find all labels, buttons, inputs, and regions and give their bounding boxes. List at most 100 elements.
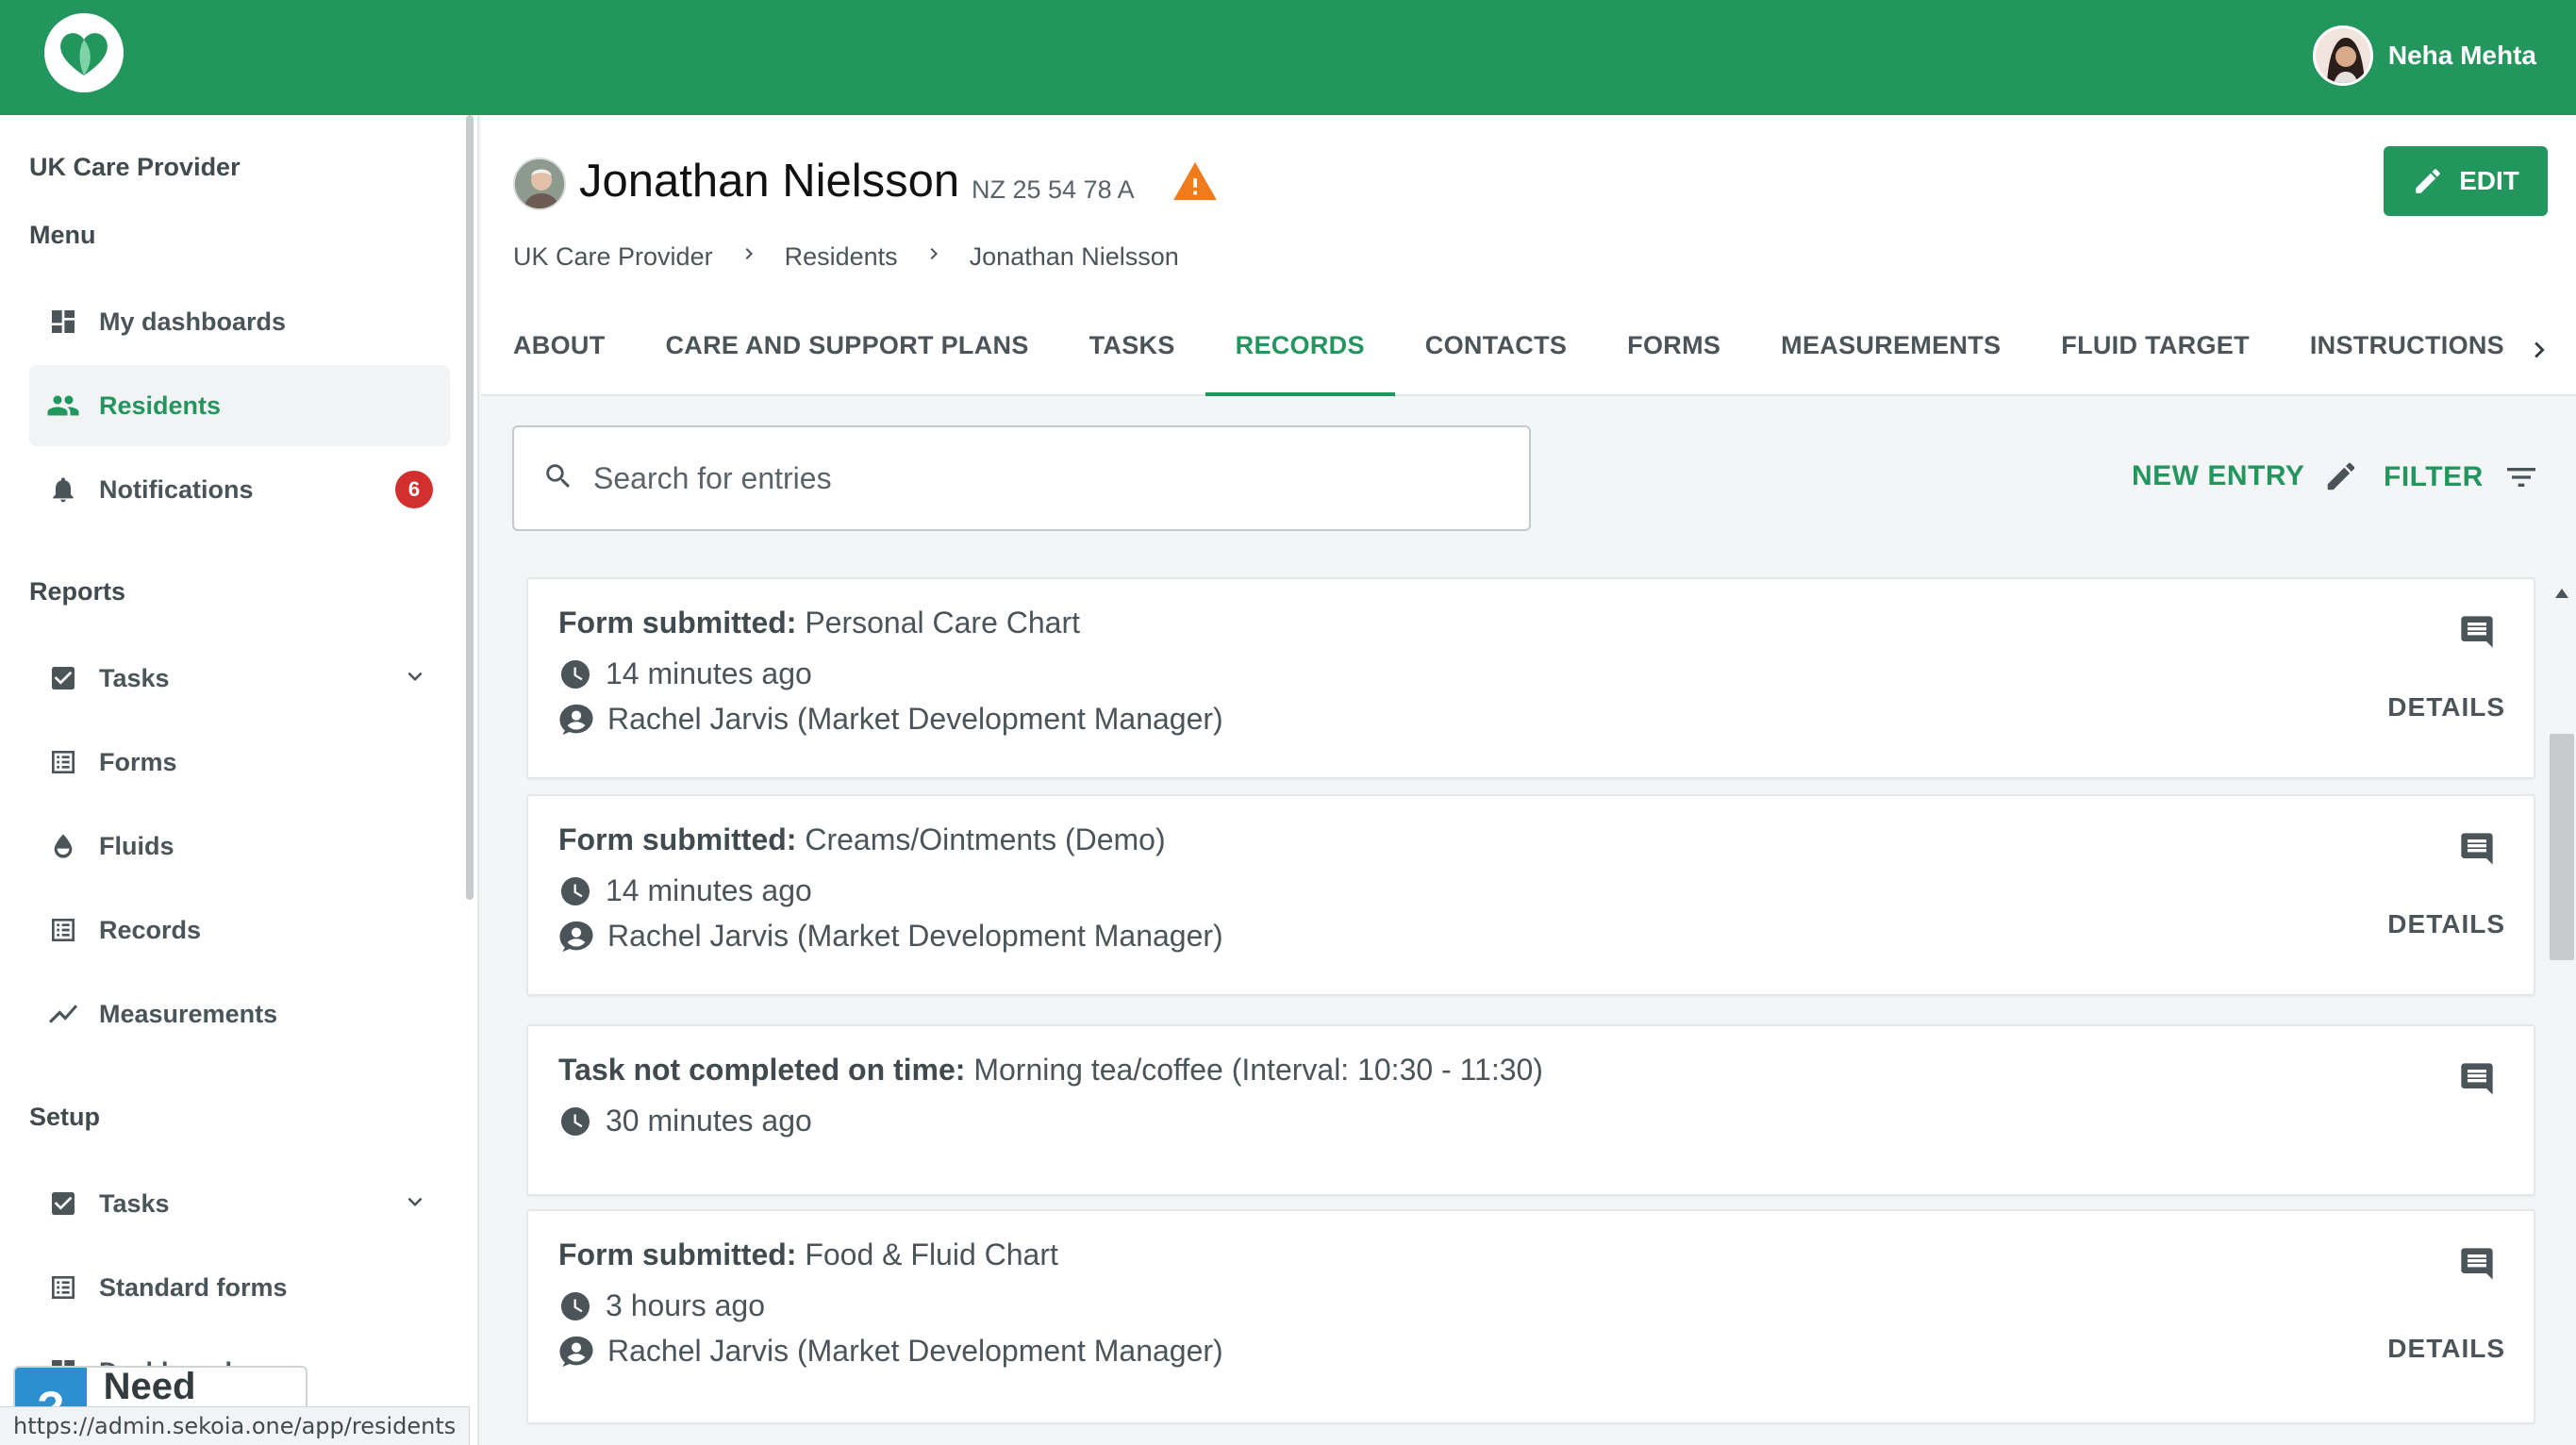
search-box[interactable] (512, 425, 1531, 531)
record-time: 3 hours ago (558, 1288, 765, 1323)
sidebar-item-label: Standard forms (99, 1272, 288, 1302)
record-kind: Form submitted: (558, 822, 797, 856)
chevron-right-icon[interactable] (2523, 334, 2555, 371)
tab-measurements[interactable]: MEASUREMENTS (1751, 318, 2031, 396)
user-bubble-icon (558, 1335, 594, 1369)
records-scrollbar[interactable] (2547, 577, 2576, 1445)
sidebar-item-label: Residents (99, 390, 222, 420)
record-author-text: Rachel Jarvis (Market Development Manage… (607, 702, 1223, 736)
chevron-right-icon (738, 241, 760, 272)
record-name: Creams/Ointments (Demo) (805, 822, 1166, 856)
search-icon (542, 460, 574, 497)
user-bubble-icon (558, 920, 594, 954)
edit-button[interactable]: EDIT (2384, 146, 2548, 216)
record-time: 14 minutes ago (558, 873, 812, 908)
record-title: Form submitted: Personal Care Chart (558, 606, 1080, 640)
records-scrollbar-thumb[interactable] (2550, 734, 2574, 960)
sidebar-item-setup-tasks[interactable]: Tasks (29, 1163, 450, 1244)
record-time: 14 minutes ago (558, 656, 812, 691)
list-icon (46, 745, 80, 779)
sidebar-item-report-measurements[interactable]: Measurements (29, 973, 450, 1055)
breadcrumb: UK Care Provider Residents Jonathan Niel… (513, 241, 1179, 272)
resident-avatar (513, 158, 566, 210)
sidebar-item-report-records[interactable]: Records (29, 889, 450, 971)
bell-icon (46, 473, 80, 507)
user-bubble-icon (558, 703, 594, 737)
checkbox-icon (46, 1187, 80, 1221)
sidebar-item-label: Records (99, 915, 202, 944)
comment-icon[interactable] (2458, 830, 2496, 872)
comment-icon[interactable] (2458, 613, 2496, 656)
user-avatar (2312, 25, 2373, 86)
sidebar-item-report-forms[interactable]: Forms (29, 722, 450, 803)
record-time-text: 14 minutes ago (606, 873, 812, 907)
trend-icon (46, 997, 80, 1031)
tab-tasks[interactable]: TASKS (1059, 318, 1205, 396)
chevron-down-icon[interactable] (401, 662, 429, 695)
dashboard-icon (46, 305, 80, 339)
filter-button[interactable]: FILTER (2384, 458, 2540, 496)
edit-label: EDIT (2459, 166, 2519, 195)
tab-records[interactable]: RECORDS (1205, 318, 1395, 396)
comment-icon[interactable] (2458, 1245, 2496, 1287)
new-entry-button[interactable]: NEW ENTRY (2132, 458, 2359, 494)
records-list: Form submitted: Personal Care Chart 14 m… (526, 577, 2535, 1445)
record-card[interactable]: Form submitted: Personal Care Chart 14 m… (526, 577, 2535, 779)
sidebar-item-standard-forms[interactable]: Standard forms (29, 1247, 450, 1328)
tab-instructions[interactable]: INSTRUCTIONS (2280, 318, 2534, 396)
warning-icon[interactable] (1173, 162, 1217, 207)
record-name: Morning tea/coffee (Interval: 10:30 - 11… (973, 1053, 1543, 1087)
search-input[interactable] (593, 460, 1442, 496)
pencil-icon (2416, 169, 2440, 193)
record-author: Rachel Jarvis (Market Development Manage… (558, 919, 1223, 954)
pencil-icon (2328, 462, 2355, 490)
record-card[interactable]: Task not completed on time: Morning tea/… (526, 1024, 2535, 1196)
record-author-text: Rachel Jarvis (Market Development Manage… (607, 919, 1223, 953)
details-button[interactable]: DETAILS (2387, 692, 2505, 722)
details-button[interactable]: DETAILS (2387, 1334, 2505, 1364)
status-bar-url: https://admin.sekoia.one/app/residents (0, 1406, 471, 1445)
record-kind: Form submitted: (558, 1237, 797, 1271)
record-kind: Task not completed on time: (558, 1053, 966, 1087)
record-time-text: 30 minutes ago (606, 1104, 812, 1138)
sidebar-item-my-dashboards[interactable]: My dashboards (29, 281, 450, 362)
sidebar-item-report-tasks[interactable]: Tasks (29, 638, 450, 719)
record-author: Rachel Jarvis (Market Development Manage… (558, 702, 1223, 737)
record-time-text: 3 hours ago (606, 1288, 766, 1322)
record-card[interactable]: Form submitted: Food & Fluid Chart 3 hou… (526, 1209, 2535, 1424)
record-card[interactable]: Form submitted: Creams/Ointments (Demo) … (526, 794, 2535, 996)
clock-icon (558, 657, 592, 691)
sidebar-item-report-fluids[interactable]: Fluids (29, 806, 450, 887)
chevron-down-icon[interactable] (401, 1188, 429, 1221)
sidebar-scrollbar[interactable] (466, 115, 474, 900)
sidebar-setup-heading: Setup (29, 1103, 101, 1131)
list-icon (46, 913, 80, 947)
clock-icon (558, 1105, 592, 1138)
sidebar-org-name: UK Care Provider (29, 153, 241, 181)
app-logo[interactable] (44, 13, 124, 92)
chevron-right-icon (922, 241, 945, 272)
tab-care-and-support-plans[interactable]: CARE AND SUPPORT PLANS (636, 318, 1059, 396)
user-menu[interactable]: Neha Mehta (2312, 25, 2536, 86)
record-author: Rachel Jarvis (Market Development Manage… (558, 1334, 1223, 1369)
sidebar-item-notifications[interactable]: Notifications 6 (29, 449, 450, 530)
breadcrumb-item[interactable]: UK Care Provider (513, 242, 713, 272)
sidebar-item-label: Notifications (99, 474, 254, 504)
user-name: Neha Mehta (2387, 41, 2536, 70)
tab-contacts[interactable]: CONTACTS (1395, 318, 1597, 396)
sidebar-reports-heading: Reports (29, 577, 126, 606)
record-name: Personal Care Chart (805, 606, 1081, 639)
details-button[interactable]: DETAILS (2387, 909, 2505, 939)
drop-icon (46, 829, 80, 863)
clock-icon (558, 874, 592, 908)
tab-fluid-target[interactable]: FLUID TARGET (2031, 318, 2280, 396)
record-name: Food & Fluid Chart (805, 1237, 1058, 1271)
resident-name: Jonathan Nielsson (579, 156, 960, 207)
breadcrumb-item[interactable]: Residents (785, 242, 898, 272)
checkbox-icon (46, 661, 80, 695)
sidebar-item-residents[interactable]: Residents (29, 365, 450, 446)
scroll-up-arrow-icon[interactable] (2553, 587, 2570, 605)
tab-about[interactable]: ABOUT (513, 318, 636, 396)
tab-forms[interactable]: FORMS (1597, 318, 1751, 396)
comment-icon[interactable] (2458, 1060, 2496, 1103)
